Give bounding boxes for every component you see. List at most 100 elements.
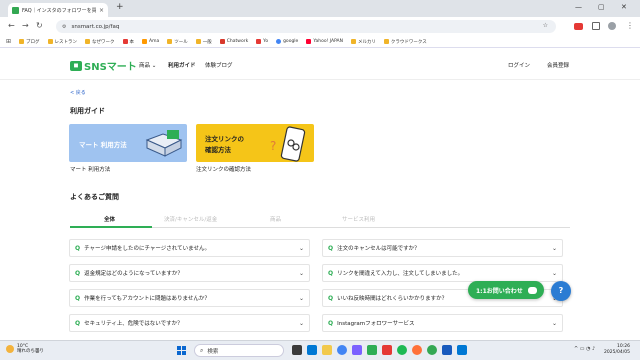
side-panel-icon[interactable]	[592, 22, 600, 30]
faq-item[interactable]: Q 注文のキャンセルは可能ですか？ ⌄	[322, 239, 563, 257]
site-info-icon[interactable]: ⚙	[62, 24, 66, 30]
taskbar-search[interactable]: ⌕ 検索	[194, 344, 284, 357]
faq-item[interactable]: Q セキュリティ上、危険ではないですか？ ⌄	[69, 314, 310, 332]
tab-payment-cancel-refund[interactable]: 決済/キャンセル/返金	[164, 215, 217, 223]
bookmark-item[interactable]: Yo	[256, 39, 268, 44]
faq-item[interactable]: Q チャージ申請をしたのにチャージされていません。 ⌄	[69, 239, 310, 257]
file-explorer-icon[interactable]	[322, 345, 332, 355]
chrome-active-icon[interactable]	[427, 345, 437, 355]
youtube-extension-icon[interactable]	[574, 23, 583, 30]
help-button[interactable]: ?	[551, 281, 571, 301]
faq-item[interactable]: Q リンクを間違えて入力し、注文してしまいました。 ⌄	[322, 264, 563, 282]
menu-kebab-icon[interactable]: ⋮	[626, 21, 634, 30]
bookmark-item[interactable]: 一般	[195, 39, 212, 45]
question-icon: Q	[328, 294, 334, 302]
app-icon[interactable]	[352, 345, 362, 355]
youtube-icon	[256, 39, 262, 44]
login-link[interactable]: ログイン	[508, 61, 530, 69]
back-link[interactable]: < 戻る	[70, 89, 86, 96]
word-icon[interactable]	[442, 345, 452, 355]
url-text: snsmart.co.jp/faq	[71, 23, 120, 30]
faq-question: Instagramフォロワーサービス	[337, 321, 415, 327]
guide-card-mart-usage[interactable]: マート 利用方法	[69, 124, 187, 162]
amazon-icon	[142, 39, 148, 44]
bookmark-star-icon[interactable]: ☆	[543, 22, 548, 29]
reload-icon[interactable]: ↻	[36, 21, 43, 30]
task-view-icon[interactable]	[292, 345, 302, 355]
faq-tab-bar: 全体 決済/キャンセル/返金 商品 サービス利用	[70, 210, 570, 228]
site-favicon-icon	[12, 6, 19, 14]
tab-service-usage[interactable]: サービス利用	[342, 215, 375, 223]
card-caption-mart-usage[interactable]: マート 利用方法	[70, 165, 110, 173]
card-caption-order-link[interactable]: 注文リンクの確認方法	[196, 165, 251, 173]
minimize-icon[interactable]: —	[575, 3, 582, 11]
outlook-icon[interactable]	[457, 345, 467, 355]
window-close-icon[interactable]: ✕	[621, 3, 627, 11]
faq-item[interactable]: Q 作業を行ってもアカウントに問題はありませんか？ ⌄	[69, 289, 310, 307]
folder-icon	[195, 39, 201, 44]
browser-tab-bar: FAQ｜インスタのフォロワーを買うなら… × + — ▢ ✕	[0, 0, 640, 17]
app-icon[interactable]	[367, 345, 377, 355]
active-tab-indicator	[70, 226, 152, 228]
nav-products[interactable]: 商品 ⌄	[139, 61, 156, 69]
bookmark-item[interactable]: メルカリ	[351, 39, 376, 45]
bookmark-item[interactable]: レストラン	[47, 39, 77, 45]
bookmark-item[interactable]: クラウドワークス	[383, 39, 427, 45]
contact-label: 1:1お問い合わせ	[476, 287, 523, 295]
bookmark-item[interactable]: Chatwork	[219, 39, 248, 44]
nav-blog[interactable]: 体験ブログ	[205, 61, 233, 69]
spotify-icon[interactable]	[397, 345, 407, 355]
back-arrow-icon[interactable]: ←	[8, 21, 15, 30]
windows-start-icon[interactable]	[177, 346, 186, 355]
faq-item[interactable]: Q Instagramフォロワーサービス ⌄	[322, 314, 563, 332]
firefox-icon[interactable]	[412, 345, 422, 355]
tab-products[interactable]: 商品	[270, 215, 281, 223]
url-input[interactable]: ⚙ snsmart.co.jp/faq ☆	[56, 20, 556, 33]
question-icon: Q	[328, 319, 334, 327]
taskbar-clock[interactable]: 10:26 2025/04/05	[604, 344, 630, 356]
bookmark-item[interactable]: なぜワーク	[85, 39, 115, 45]
new-tab-icon[interactable]: +	[116, 2, 124, 12]
nav-guide[interactable]: 利用ガイド	[168, 61, 196, 69]
tab-all[interactable]: 全体	[104, 215, 115, 223]
profile-avatar[interactable]	[608, 22, 616, 30]
bookmark-item[interactable]: Ama	[142, 39, 159, 44]
chevron-down-icon: ⌄	[298, 269, 304, 277]
bookmark-item[interactable]: 本	[122, 39, 134, 45]
bookmark-item[interactable]: Yahoo! JAPAN	[306, 39, 343, 44]
app-icon[interactable]	[382, 345, 392, 355]
logo-text: SNSマート	[84, 62, 137, 73]
apps-grid-icon[interactable]: ⊞	[6, 38, 11, 45]
folder-icon	[19, 39, 25, 44]
faq-item[interactable]: Q 返金規定はどのようになっていますか？ ⌄	[69, 264, 310, 282]
site-logo[interactable]: ◼ SNSマート	[70, 58, 137, 73]
tab-close-icon[interactable]: ×	[99, 7, 104, 14]
bookmark-item[interactable]: ツール	[167, 39, 188, 45]
chevron-down-icon: ⌄	[551, 244, 557, 252]
chat-bubble-icon	[527, 286, 537, 294]
site-header: ◼ SNSマート 商品 ⌄ 利用ガイド 体験ブログ ログイン 会員登録	[0, 48, 640, 80]
browser-tab[interactable]: FAQ｜インスタのフォロワーを買うなら… ×	[8, 3, 108, 17]
chatwork-icon	[219, 39, 225, 44]
maximize-icon[interactable]: ▢	[598, 3, 605, 11]
folder-icon	[167, 39, 173, 44]
edge-icon[interactable]	[307, 345, 317, 355]
system-tray-icons[interactable]: ^ ▭ ◔ ♪	[574, 346, 595, 352]
phone-link-illustration-icon: ?	[270, 126, 306, 162]
guide-card-order-link[interactable]: 注文リンクの 確認方法 ?	[196, 124, 314, 162]
signup-link[interactable]: 会員登録	[547, 61, 569, 69]
folder-icon	[351, 39, 357, 44]
taskbar: 10°C 晴れのち曇り ⌕ 検索 ^ ▭ ◔ ♪ 10:26 2025/04/05	[0, 340, 640, 360]
weather-widget[interactable]: 10°C 晴れのち曇り	[6, 344, 44, 354]
bookmark-item[interactable]: ブログ	[19, 39, 40, 45]
chevron-down-icon: ⌄	[151, 63, 157, 69]
folder-icon	[85, 39, 91, 44]
chevron-down-icon: ⌄	[551, 319, 557, 327]
chrome-icon[interactable]	[337, 345, 347, 355]
contact-button[interactable]: 1:1お問い合わせ	[468, 281, 544, 299]
forward-arrow-icon[interactable]: →	[22, 21, 29, 30]
faq-question: 作業を行ってもアカウントに問題はありませんか？	[84, 296, 210, 302]
faq-question: リンクを間違えて入力し、注文してしまいました。	[337, 271, 464, 277]
chevron-down-icon: ⌄	[551, 269, 557, 277]
bookmark-item[interactable]: google	[276, 39, 298, 44]
